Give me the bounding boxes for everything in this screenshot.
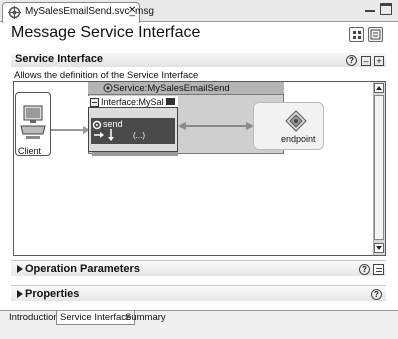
outline-view-icon[interactable]: [368, 27, 383, 42]
endpoint-connector: [178, 122, 254, 130]
client-label: Client: [18, 146, 42, 156]
endpoint-label: endpoint: [281, 134, 316, 144]
close-tab-icon[interactable]: ✕: [128, 5, 136, 16]
service-title: Service:MySalesEmailSend: [113, 83, 230, 94]
help-icon[interactable]: ?: [359, 264, 370, 275]
service-interface-description: Allows the definition of the Service Int…: [14, 70, 199, 81]
form-title: Message Service Interface: [11, 24, 201, 41]
operation-parameters-preview: (...): [133, 131, 145, 140]
client-connector: [51, 126, 90, 134]
collapse-icon[interactable]: –: [361, 56, 371, 66]
interface-title: Interface:MySalesE: [101, 97, 164, 107]
expand-arrow-icon[interactable]: [16, 290, 24, 298]
maximize-icon[interactable]: [380, 3, 392, 15]
grid-view-icon[interactable]: [349, 27, 364, 42]
minimize-icon[interactable]: [364, 3, 376, 15]
editor-tab[interactable]: MySalesEmailSend.svc_msg ✕: [2, 2, 154, 23]
add-icon[interactable]: +: [374, 56, 384, 66]
tab-summary[interactable]: Summary: [122, 311, 169, 325]
parameters-list-icon[interactable]: [373, 264, 384, 275]
tab-introduction[interactable]: Introduction: [6, 311, 62, 325]
interface-menu-icon[interactable]: [166, 98, 175, 105]
help-icon[interactable]: ?: [346, 55, 357, 66]
scroll-up-icon[interactable]: [374, 83, 384, 93]
expand-arrow-icon[interactable]: [16, 265, 24, 273]
computer-icon: [20, 105, 46, 139]
help-icon[interactable]: ?: [371, 289, 382, 300]
service-file-icon: [8, 6, 21, 19]
service-icon: [103, 83, 113, 93]
endpoint-icon: [285, 110, 307, 132]
operation-parameters-title: Operation Parameters: [25, 263, 140, 275]
operation-gear-icon: [92, 120, 102, 130]
input-arrow-icon: [94, 132, 104, 138]
operation-name: send: [103, 119, 123, 129]
properties-section[interactable]: Properties ?: [11, 285, 386, 301]
service-interface-title: Service Interface: [15, 53, 104, 65]
scrollbar-thumb[interactable]: [374, 95, 384, 240]
properties-title: Properties: [25, 288, 80, 300]
scroll-down-icon[interactable]: [374, 243, 384, 253]
output-arrow-icon: [108, 129, 114, 141]
operation-parameters-section[interactable]: Operation Parameters ?: [11, 260, 386, 276]
interface-icon: [90, 98, 99, 107]
